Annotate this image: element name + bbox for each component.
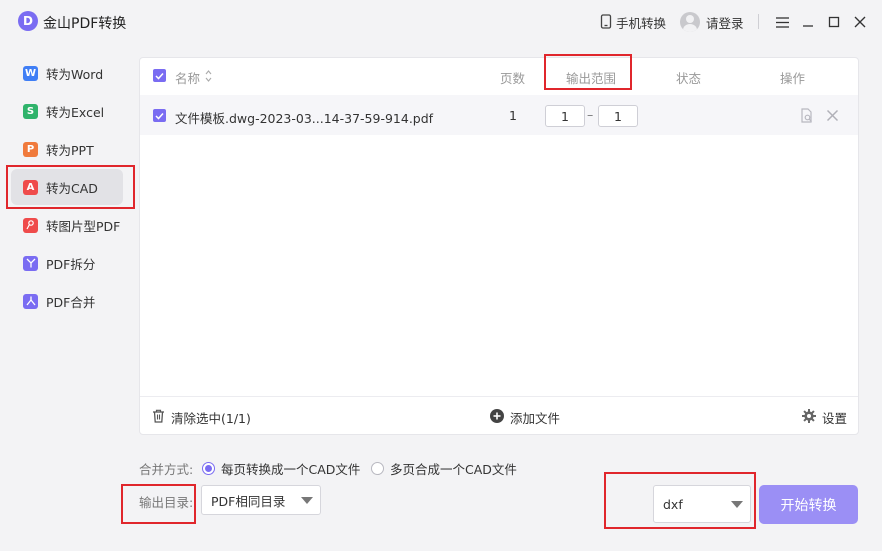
app-logo: D	[18, 11, 38, 31]
settings-button[interactable]: 设置	[802, 408, 847, 427]
avatar	[680, 12, 700, 32]
sidebar-item-label: 转为PPT	[46, 142, 94, 158]
excel-icon: S	[23, 103, 38, 119]
row-pages: 1	[509, 108, 517, 123]
trash-icon	[152, 409, 165, 426]
chevron-down-icon	[731, 501, 743, 508]
highlight-box-cad	[6, 165, 135, 209]
select-all-checkbox[interactable]	[153, 69, 166, 82]
column-header-name-label: 名称	[175, 71, 201, 86]
merge-icon	[23, 293, 38, 309]
format-select[interactable]: dxf	[653, 485, 751, 523]
login-button[interactable]: 请登录	[680, 12, 744, 32]
phone-icon	[600, 13, 612, 32]
word-icon: W	[23, 65, 38, 81]
add-circle-icon	[490, 409, 504, 426]
login-label: 请登录	[706, 15, 744, 31]
column-header-pages: 页数	[500, 71, 526, 86]
start-convert-button[interactable]: 开始转换	[759, 485, 858, 524]
row-filename: 文件模板.dwg-2023-03...14-37-59-914.pdf	[175, 111, 434, 126]
mobile-convert-label: 手机转换	[616, 16, 667, 31]
sidebar-item-image-pdf[interactable]: 转图片型PDF	[11, 207, 123, 243]
merge-option-combined[interactable]: 多页合成一个CAD文件	[371, 459, 517, 478]
merge-option-label: 多页合成一个CAD文件	[390, 462, 517, 477]
sidebar-item-label: PDF拆分	[46, 256, 96, 272]
clear-selected-label: 清除选中(1/1)	[171, 411, 251, 426]
radio-combined[interactable]	[371, 462, 384, 475]
column-header-name[interactable]: 名称	[175, 68, 212, 87]
preview-file-icon[interactable]	[800, 108, 814, 126]
sidebar-item-label: 转为Excel	[46, 104, 105, 120]
merge-mode-label: 合并方式:	[139, 462, 194, 477]
panel-footer-divider	[140, 396, 858, 397]
sort-icon	[205, 69, 212, 86]
sidebar-item-label: 转图片型PDF	[46, 218, 121, 234]
sidebar-item-ppt[interactable]: P 转为PPT	[11, 131, 123, 167]
sidebar-item-label: 转为Word	[46, 66, 104, 82]
add-file-label: 添加文件	[510, 411, 561, 426]
radio-per-page[interactable]	[202, 462, 215, 475]
highlight-box-output-dir	[121, 484, 196, 524]
ppt-icon: P	[23, 141, 38, 157]
output-dir-value: PDF相同目录	[211, 493, 286, 509]
column-header-status: 状态	[676, 71, 702, 86]
range-separator: –	[587, 107, 594, 122]
row-checkbox[interactable]	[153, 109, 166, 122]
merge-option-label: 每页转换成一个CAD文件	[221, 462, 361, 477]
app-title: 金山PDF转换	[43, 16, 127, 32]
column-header-actions: 操作	[780, 71, 806, 86]
minimize-icon[interactable]	[800, 14, 816, 30]
menu-icon[interactable]	[774, 14, 790, 30]
chevron-down-icon	[301, 497, 313, 504]
merge-option-per-page[interactable]: 每页转换成一个CAD文件	[202, 459, 360, 478]
image-pdf-icon	[23, 217, 38, 233]
sidebar-item-pdf-merge[interactable]: PDF合并	[11, 283, 123, 319]
range-to-input[interactable]: 1	[598, 105, 638, 127]
highlight-box-range-header	[544, 54, 632, 90]
remove-file-icon[interactable]	[826, 109, 839, 125]
maximize-icon[interactable]	[826, 14, 842, 30]
sidebar-item-word[interactable]: W 转为Word	[11, 55, 123, 91]
mobile-convert-button[interactable]: 手机转换	[600, 13, 666, 32]
output-dir-select[interactable]: PDF相同目录	[201, 485, 321, 515]
sidebar-item-pdf-split[interactable]: PDF拆分	[11, 245, 123, 281]
close-icon[interactable]	[852, 14, 868, 30]
format-value: dxf	[663, 496, 683, 512]
add-file-button[interactable]: 添加文件	[490, 408, 560, 427]
range-from-input[interactable]: 1	[545, 105, 585, 127]
topbar-divider	[758, 14, 759, 29]
settings-label: 设置	[822, 411, 848, 426]
sidebar-item-label: PDF合并	[46, 294, 96, 310]
split-icon	[23, 255, 38, 271]
clear-selected-button[interactable]: 清除选中(1/1)	[152, 408, 251, 427]
gear-icon	[802, 409, 816, 426]
sidebar-item-excel[interactable]: S 转为Excel	[11, 93, 123, 129]
